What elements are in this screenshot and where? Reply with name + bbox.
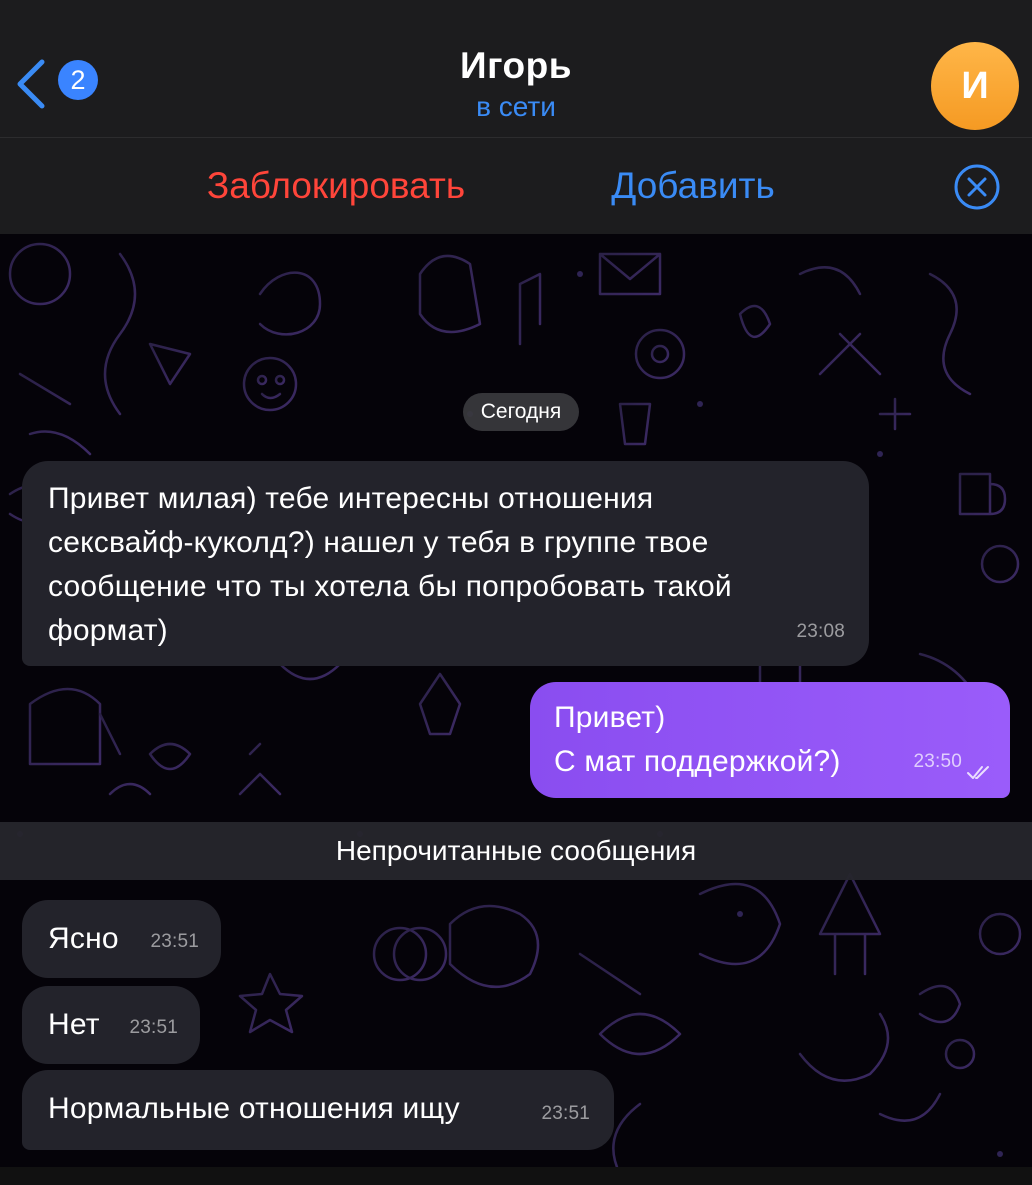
add-contact-button[interactable]: Добавить [590, 164, 796, 208]
outgoing-message[interactable]: Привет) С мат поддержкой?) 23:50 [530, 682, 1010, 798]
message-text: Нет [48, 1008, 100, 1041]
incoming-message[interactable]: Ясно 23:51 [22, 900, 221, 978]
unread-messages-separator: Непрочитанные сообщения [0, 822, 1032, 880]
incoming-message[interactable]: Привет милая) тебе интересны отношения с… [22, 461, 869, 666]
chat-area[interactable]: Сегодня Привет милая) тебе интересны отн… [0, 234, 1032, 1185]
close-icon[interactable] [953, 163, 1001, 211]
block-button[interactable]: Заблокировать [186, 164, 486, 208]
contact-name: Игорь [460, 45, 572, 86]
message-text-line: Привет) [554, 701, 666, 734]
double-check-icon [967, 766, 989, 779]
avatar[interactable]: И [931, 42, 1019, 130]
message-time: 23:51 [541, 1103, 590, 1124]
contact-status: в сети [476, 91, 556, 122]
message-text: Ясно [48, 922, 119, 955]
message-text: Нормальные отношения ищу [48, 1092, 460, 1125]
back-button[interactable]: 2 [14, 54, 114, 114]
message-text-line: сексвайф-куколд?) нашел у тебя в группе … [48, 526, 709, 559]
incoming-message[interactable]: Нет 23:51 [22, 986, 200, 1064]
date-chip: Сегодня [463, 393, 579, 431]
chat-header: 2 Игорь в сети И [0, 0, 1032, 137]
message-time: 23:50 [913, 751, 962, 772]
chevron-left-icon [17, 59, 45, 109]
message-time: 23:51 [129, 1017, 178, 1038]
incoming-message[interactable]: Нормальные отношения ищу 23:51 [22, 1070, 614, 1150]
message-text-line: формат) [48, 614, 168, 647]
message-text-line: Привет милая) тебе интересны отношения [48, 482, 654, 515]
contact-info[interactable]: Игорь в сети [316, 44, 716, 125]
message-time: 23:08 [796, 621, 845, 642]
stranger-action-bar: Заблокировать Добавить [0, 138, 1032, 234]
message-time: 23:51 [150, 931, 199, 952]
input-bar-edge [0, 1167, 1032, 1185]
unread-count-badge: 2 [58, 60, 98, 100]
message-text-line: сообщение что ты хотела бы попробовать т… [48, 570, 732, 603]
